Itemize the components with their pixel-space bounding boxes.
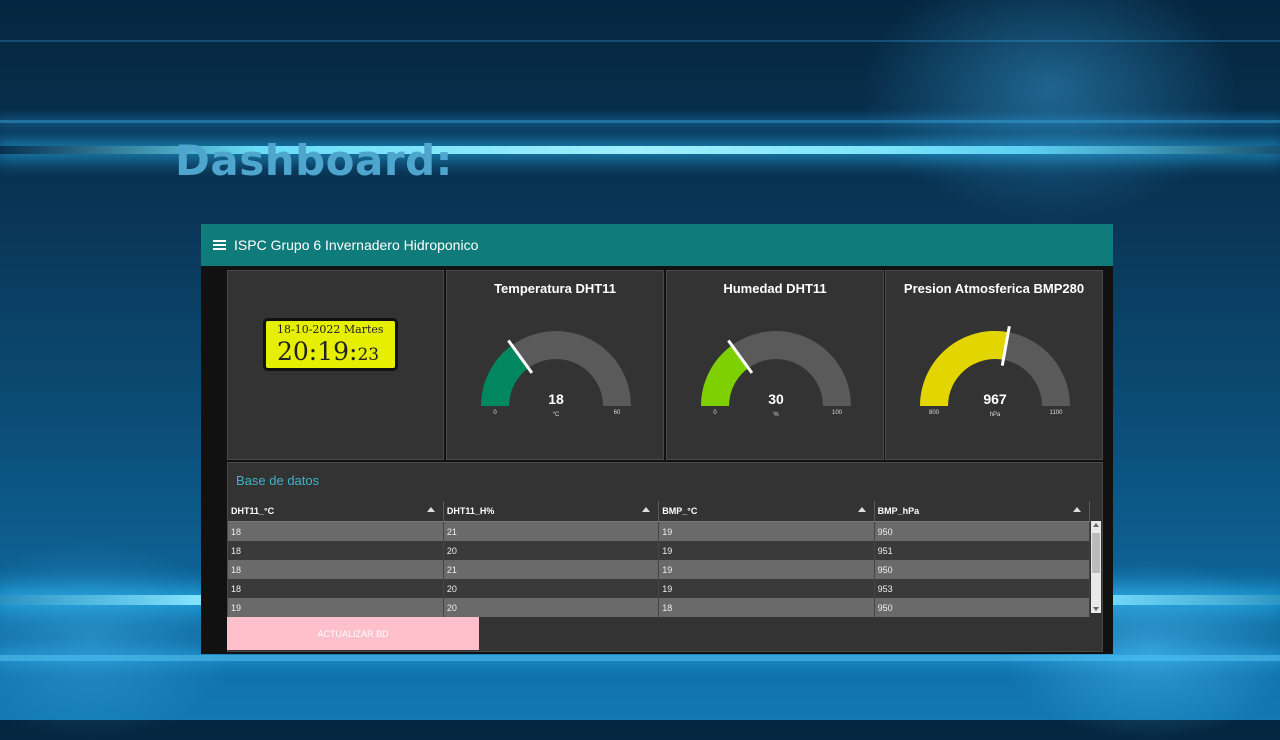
table-cell: 18 — [228, 541, 444, 560]
gauge-min-label: 0 — [493, 410, 497, 416]
column-header-label: DHT11_H% — [446, 506, 495, 516]
table-header-row: DHT11_°C DHT11_H% BMP_°C BMP_hPa — [228, 501, 1091, 522]
table-cell: 951 — [874, 541, 1091, 560]
scroll-down-icon[interactable] — [1093, 607, 1099, 611]
column-header-label: BMP_hPa — [877, 506, 920, 516]
table-cell: 19 — [658, 579, 875, 598]
clock-card: 18-10-2022 Martes 20:19:23 — [227, 270, 444, 460]
column-header[interactable]: BMP_hPa — [874, 501, 1091, 522]
column-header[interactable]: DHT11_°C — [228, 501, 444, 522]
table-cell: 19 — [228, 598, 444, 617]
background-glow — [860, 0, 1240, 220]
gauge-value: 967 — [983, 391, 1007, 407]
table-row[interactable]: 19 20 18 950 — [228, 598, 1091, 617]
table-cell: 21 — [443, 521, 660, 541]
table-cell: 20 — [443, 598, 660, 617]
gauge-card-temperature: Temperatura DHT11 18 °C 0 60 — [446, 270, 664, 460]
clock-time-seconds: 23 — [357, 345, 380, 365]
sort-arrow-icon[interactable] — [426, 507, 435, 512]
gauge-value: 18 — [548, 391, 564, 407]
column-header[interactable]: DHT11_H% — [443, 501, 660, 522]
gauge-unit: °C — [553, 412, 560, 418]
table-row[interactable]: 18 21 19 950 — [228, 521, 1091, 541]
app-header: ISPC Grupo 6 Invernadero Hidroponico — [201, 224, 1113, 266]
column-header-label: DHT11_°C — [231, 506, 275, 516]
table-scrollbar[interactable] — [1091, 521, 1101, 613]
table-row[interactable]: 18 20 19 953 — [228, 579, 1091, 598]
table-cell: 950 — [874, 521, 1091, 541]
table-cell: 19 — [658, 560, 875, 579]
table-cell: 18 — [228, 521, 444, 541]
column-header-label: BMP_°C — [662, 506, 698, 516]
gauge-value: 30 — [768, 391, 784, 407]
clock-time-hm: 20:19: — [277, 337, 358, 366]
table-cell: 18 — [228, 579, 444, 598]
gauge-temperature: 18 °C 0 60 — [481, 331, 631, 418]
database-table: DHT11_°C DHT11_H% BMP_°C BMP_hPa 18 21 19 9… — [228, 501, 1091, 617]
table-row[interactable]: 18 21 19 950 — [228, 560, 1091, 579]
gauge-humidity: 30% 0 100 — [701, 331, 851, 418]
table-cell: 20 — [443, 579, 660, 598]
gauge-max-label: 60 — [614, 410, 621, 416]
table-cell: 950 — [874, 598, 1091, 617]
scrollbar-thumb[interactable] — [1092, 533, 1100, 573]
table-cell: 953 — [874, 579, 1091, 598]
background-light-streak — [0, 40, 1280, 42]
sort-arrow-icon[interactable] — [857, 507, 866, 512]
gauge-min-label: 800 — [929, 410, 940, 416]
app-title: ISPC Grupo 6 Invernadero Hidroponico — [234, 237, 479, 253]
gauge-max-label: 1100 — [1050, 410, 1064, 416]
dashboard-window: ISPC Grupo 6 Invernadero Hidroponico 18-… — [201, 224, 1113, 654]
hamburger-menu-icon[interactable] — [213, 240, 226, 250]
gauge-unit: % — [773, 412, 779, 418]
gauge-pressure: 967 hPa 800 1100 — [920, 326, 1070, 418]
scroll-up-icon[interactable] — [1093, 523, 1099, 527]
table-cell: 19 — [658, 541, 875, 560]
gauge-card-humidity: Humedad DHT11 30% 0 100 — [666, 270, 884, 460]
background-light-streak — [0, 655, 1280, 661]
gauge-max-label: 100 — [832, 410, 843, 416]
sort-arrow-icon[interactable] — [1073, 507, 1081, 512]
sort-arrow-icon[interactable] — [642, 507, 651, 512]
lcd-clock: 18-10-2022 Martes 20:19:23 — [263, 318, 398, 371]
database-title: Base de datos — [236, 473, 320, 488]
table-cell: 18 — [228, 560, 444, 579]
table-cell: 19 — [658, 521, 875, 541]
table-cell: 20 — [443, 541, 660, 560]
clock-time: 20:19:23 — [277, 338, 379, 369]
background-light-streak — [0, 120, 1280, 123]
gauge-card-pressure: Presion Atmosferica BMP280 967 hPa 800 1100 — [885, 270, 1103, 460]
gauge-min-label: 0 — [713, 410, 717, 416]
update-db-button[interactable]: ACTUALIZAR BD — [227, 617, 479, 650]
table-cell: 18 — [658, 598, 875, 617]
clock-date: 18-10-2022 Martes — [277, 323, 384, 336]
table-row[interactable]: 18 20 19 951 — [228, 541, 1091, 560]
slide-title: Dashboard: — [175, 136, 453, 185]
column-header[interactable]: BMP_°C — [658, 501, 875, 522]
table-cell: 21 — [443, 560, 660, 579]
table-cell: 950 — [874, 560, 1091, 579]
gauge-unit: hPa — [990, 412, 1001, 418]
